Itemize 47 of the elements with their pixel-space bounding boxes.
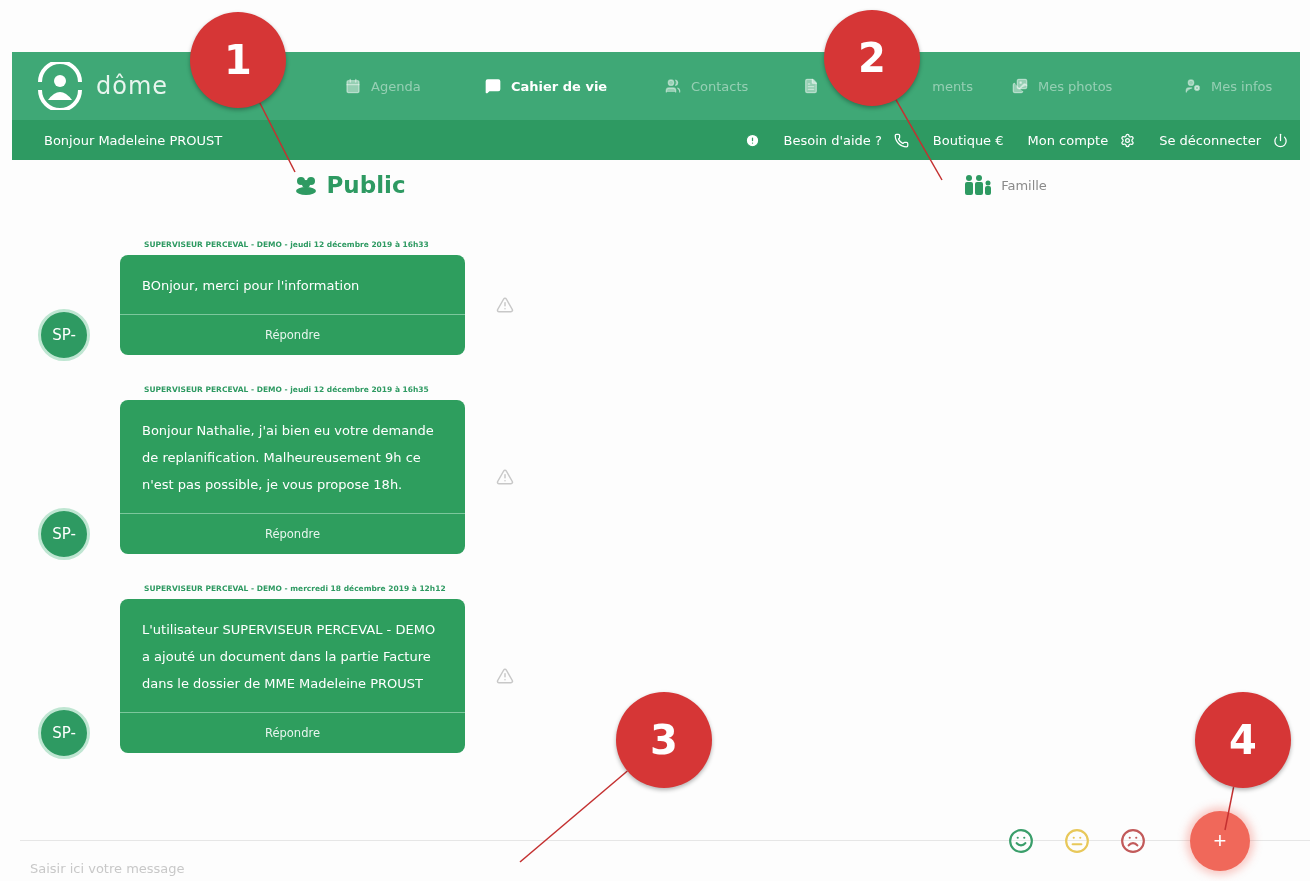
message-text: BOnjour, merci pour l'information (120, 255, 465, 315)
nav-tab[interactable]: Mes photos (1012, 78, 1113, 94)
channel-tab[interactable]: Public (294, 172, 406, 198)
smiley-icon[interactable] (1008, 828, 1034, 854)
avatar: SP- (38, 508, 90, 560)
channel-tab[interactable]: Famille (963, 175, 1047, 195)
neutral-face-icon[interactable] (1064, 828, 1090, 854)
leader-line (1224, 786, 1235, 831)
users-icon (665, 78, 681, 94)
family-icon (963, 175, 994, 195)
nav-tab[interactable]: Contacts (665, 78, 749, 94)
warning-icon[interactable] (496, 468, 514, 486)
frown-icon[interactable] (1120, 828, 1146, 854)
callout-marker: 3 (616, 692, 712, 788)
logo-text: dôme (96, 72, 169, 100)
phone-icon (893, 132, 909, 148)
header-link[interactable]: Boutique € (932, 132, 1004, 148)
settings-icon (1120, 132, 1136, 148)
calendar-icon (345, 78, 361, 94)
warning-icon[interactable] (496, 296, 514, 314)
avatar: SP- (38, 707, 90, 759)
user-icon (1185, 78, 1201, 94)
leader-line (259, 102, 296, 173)
header-link[interactable]: Se déconnecter (1159, 132, 1288, 148)
reply-button[interactable]: Répondre (120, 514, 465, 554)
nav-tab[interactable]: Cahier de vie (485, 78, 608, 94)
chat-icon (485, 78, 501, 94)
message-text: L'utilisateur SUPERVISEUR PERCEVAL - DEMO a ajouté un document dans la partie Facture dans le dossier de MME Madeleine PROUST (120, 599, 465, 713)
photos-icon (1012, 78, 1028, 94)
nav-tab[interactable]: Agenda (345, 78, 421, 94)
header-link[interactable]: Besoin d'aide ? (783, 132, 909, 148)
power-icon (1273, 132, 1288, 148)
warning-icon[interactable] (496, 667, 514, 685)
callout-marker: 2 (824, 10, 920, 106)
avatar: SP- (38, 309, 90, 361)
add-button[interactable]: + (1190, 811, 1250, 871)
alert-icon[interactable] (744, 132, 760, 148)
message-text: Bonjour Nathalie, j'ai bien eu votre demande de replanification. Malheureusement 9h ce n'est pas possible, je vous propose 18h. (120, 400, 465, 514)
callout-marker: 1 (190, 12, 286, 108)
nav-tab[interactable]: Mes infos (1185, 78, 1273, 94)
document-icon (803, 78, 819, 94)
reply-button[interactable]: Répondre (120, 713, 465, 753)
reply-button[interactable]: Répondre (120, 315, 465, 355)
greeting-text: Bonjour Madeleine PROUST (44, 132, 224, 148)
group-icon (294, 175, 319, 195)
header-link[interactable]: Mon compte (1027, 132, 1136, 148)
callout-marker: 4 (1195, 692, 1291, 788)
